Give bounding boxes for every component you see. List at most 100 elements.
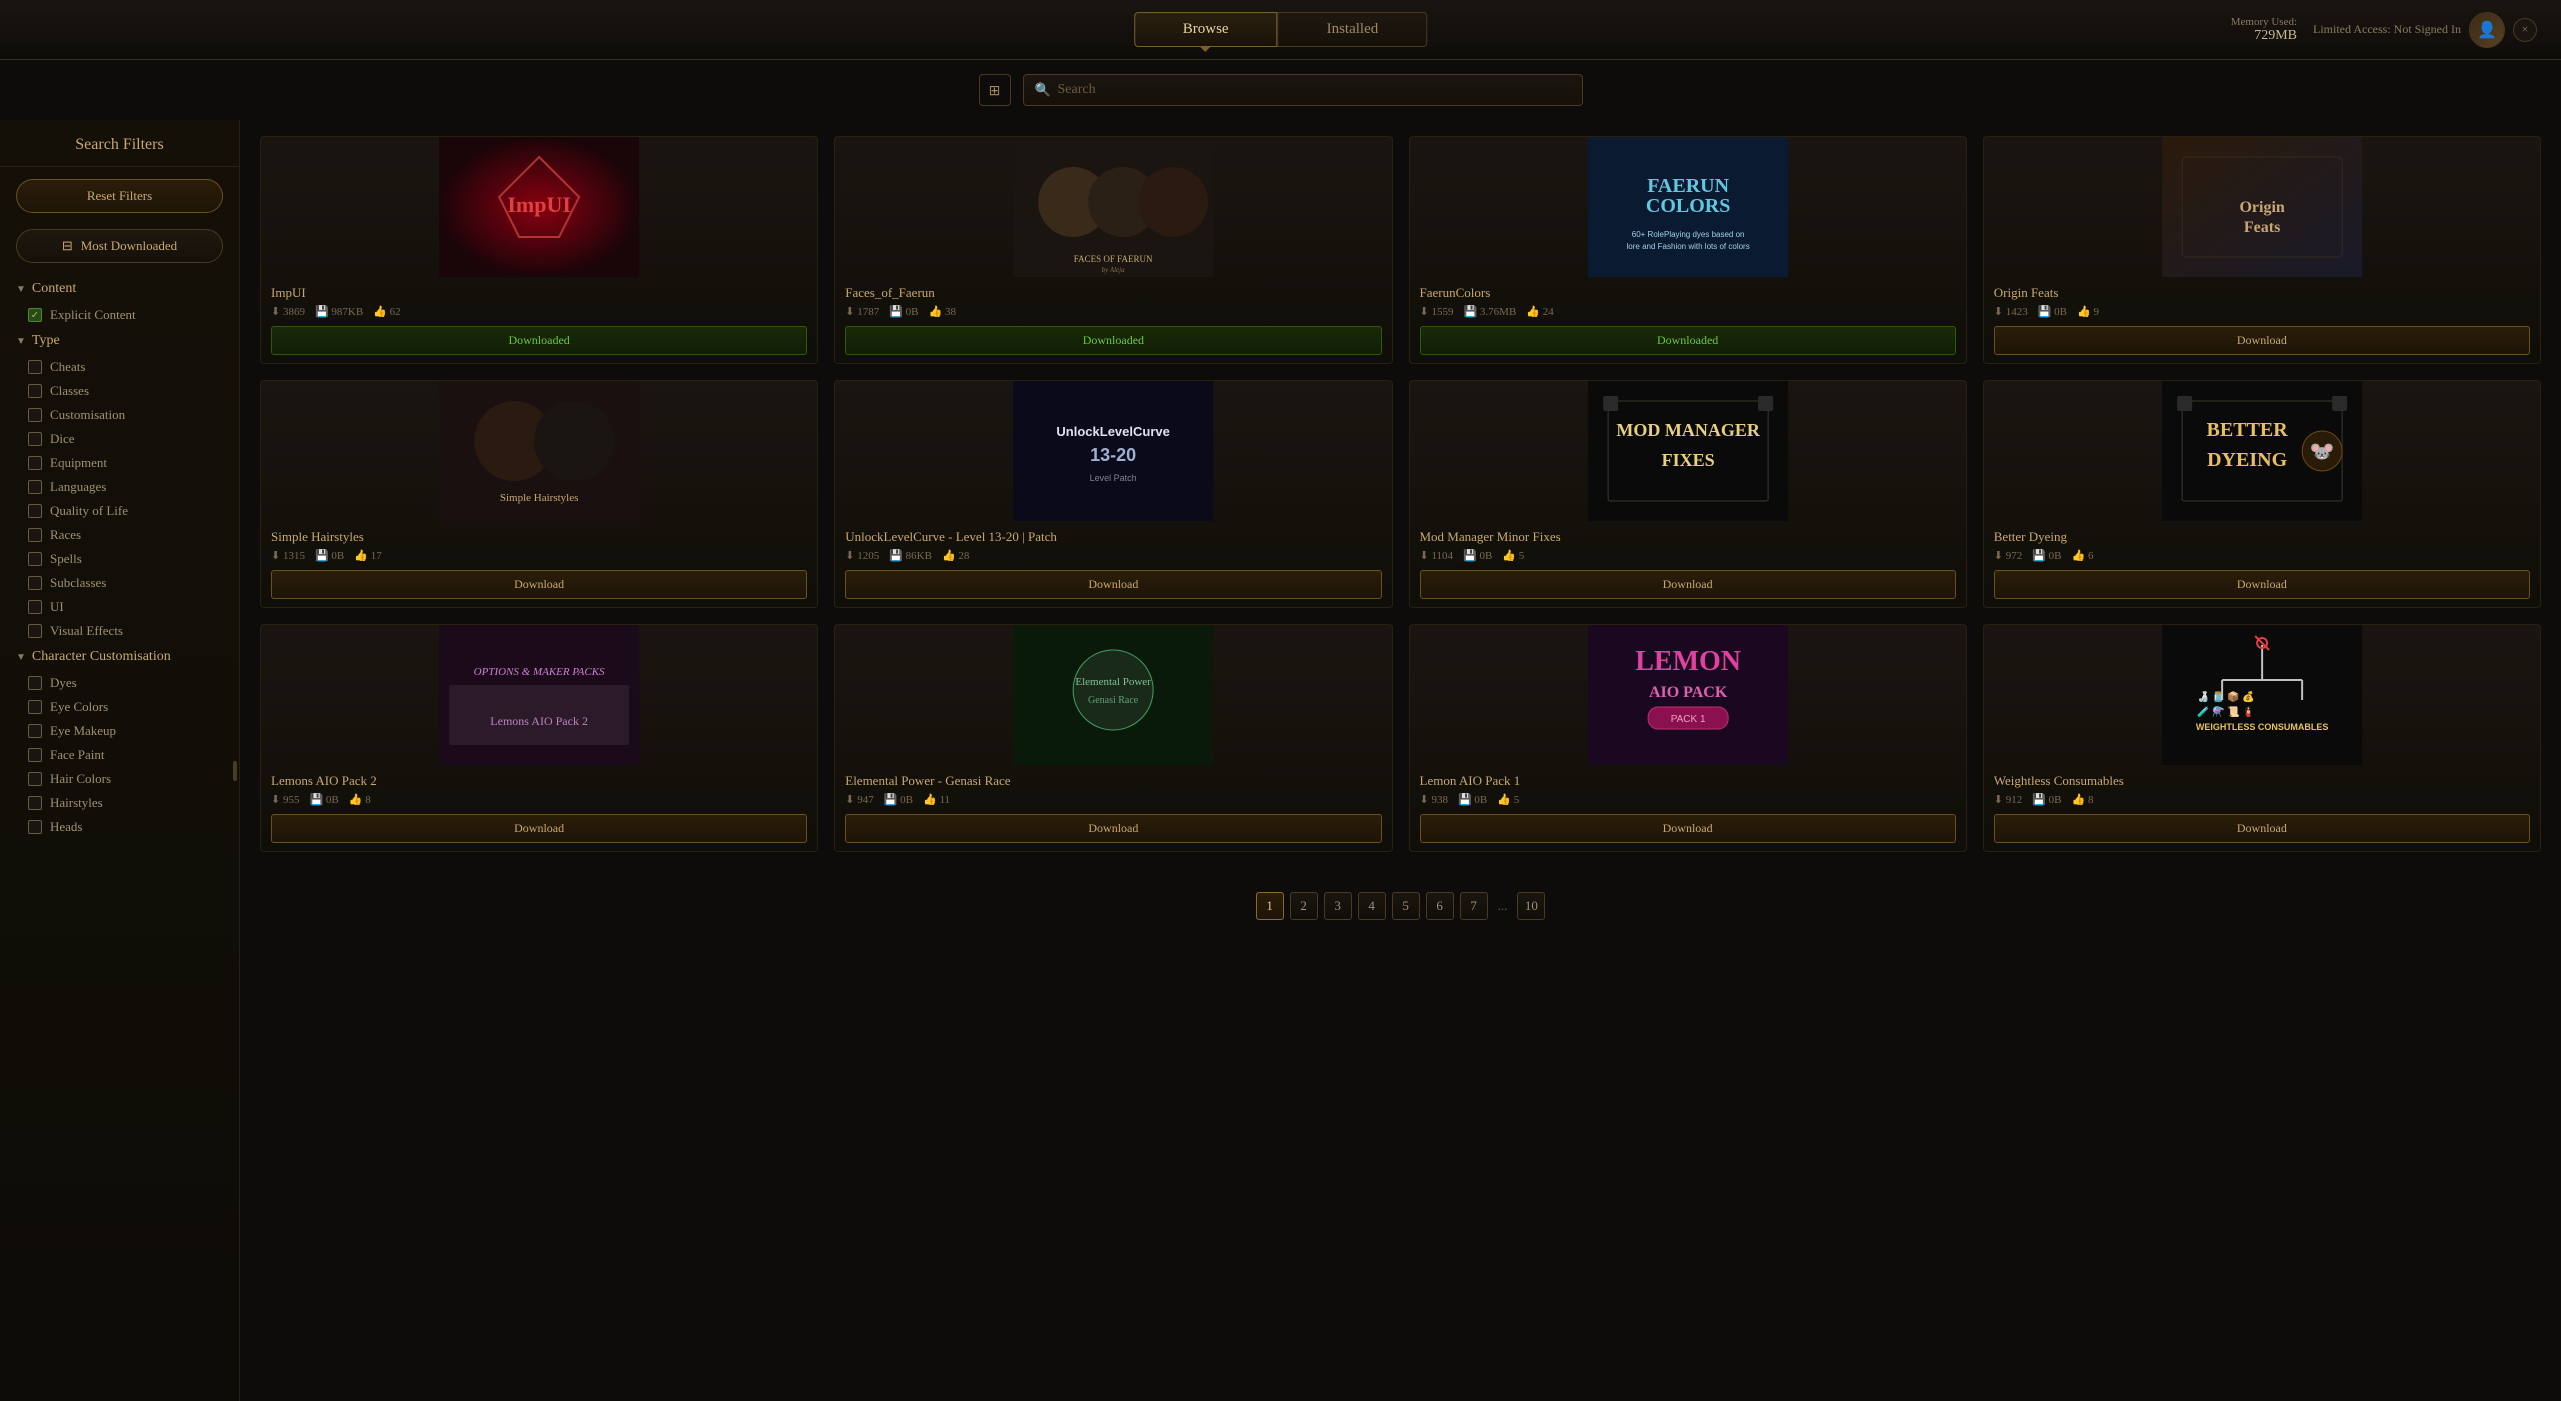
mod-card-better-dyeing[interactable]: BETTER DYEING 🐭 Better Dyeing ⬇ 972 💾 0B… bbox=[1983, 380, 2541, 608]
page-button-1[interactable]: 1 bbox=[1256, 892, 1284, 920]
type-filter-cheats[interactable]: Cheats bbox=[0, 355, 239, 379]
mod-stats: ⬇ 1787 💾 0B 👍 38 bbox=[845, 305, 1381, 318]
checkbox[interactable] bbox=[28, 384, 42, 398]
type-filter-equipment[interactable]: Equipment bbox=[0, 451, 239, 475]
mod-card-elemental-power---genasi-race[interactable]: Elemental Power Genasi Race Elemental Po… bbox=[834, 624, 1392, 852]
mod-card-unlocklevelcurve---level-13-20---patch[interactable]: UnlockLevelCurve 13-20 Level Patch Unloc… bbox=[834, 380, 1392, 608]
page-button-2[interactable]: 2 bbox=[1290, 892, 1318, 920]
checkbox[interactable] bbox=[28, 820, 42, 834]
checkbox[interactable] bbox=[28, 360, 42, 374]
mod-download-button[interactable]: Download bbox=[845, 570, 1381, 599]
mod-name: Lemon AIO Pack 1 bbox=[1420, 773, 1956, 789]
close-button[interactable]: × bbox=[2513, 18, 2537, 42]
checkbox[interactable] bbox=[28, 772, 42, 786]
checkbox[interactable] bbox=[28, 432, 42, 446]
mod-card-weightless-consumables[interactable]: WEIGHTLESS CONSUMABLES 🧪 ⚗️ 📜 🧯 🍶 🫙 📦 💰 … bbox=[1983, 624, 2541, 852]
checkbox[interactable] bbox=[28, 552, 42, 566]
mod-card-lemons-aio-pack-2[interactable]: OPTIONS & MAKER PACKS Lemons AIO Pack 2 … bbox=[260, 624, 818, 852]
mod-download-button[interactable]: Download bbox=[1420, 570, 1956, 599]
mod-download-button[interactable]: Download bbox=[845, 814, 1381, 843]
mod-download-button[interactable]: Download bbox=[1994, 570, 2530, 599]
char-filter-heads[interactable]: Heads bbox=[0, 815, 239, 839]
page-button-3[interactable]: 3 bbox=[1324, 892, 1352, 920]
checkbox[interactable] bbox=[28, 576, 42, 590]
checkbox[interactable] bbox=[28, 504, 42, 518]
type-filter-spells[interactable]: Spells bbox=[0, 547, 239, 571]
type-filter-subclasses[interactable]: Subclasses bbox=[0, 571, 239, 595]
checkbox[interactable] bbox=[28, 796, 42, 810]
mod-card-mod-manager-minor-fixes[interactable]: MOD MANAGER FIXES Mod Manager Minor Fixe… bbox=[1409, 380, 1967, 608]
explicit-checkbox[interactable]: ✓ bbox=[28, 308, 42, 322]
mod-download-button[interactable]: Download bbox=[1994, 814, 2530, 843]
char-filter-eye-colors[interactable]: Eye Colors bbox=[0, 695, 239, 719]
like-count: 👍 62 bbox=[373, 305, 400, 318]
mod-download-button[interactable]: Download bbox=[1994, 326, 2530, 355]
page-button-7[interactable]: 7 bbox=[1460, 892, 1488, 920]
type-filter-classes[interactable]: Classes bbox=[0, 379, 239, 403]
mod-stats: ⬇ 912 💾 0B 👍 8 bbox=[1994, 793, 2530, 806]
checkbox[interactable] bbox=[28, 748, 42, 762]
search-input[interactable] bbox=[1023, 74, 1583, 106]
checkbox[interactable] bbox=[28, 700, 42, 714]
mod-download-button[interactable]: Downloaded bbox=[271, 326, 807, 355]
page-button-4[interactable]: 4 bbox=[1358, 892, 1386, 920]
type-filter-quality-of-life[interactable]: Quality of Life bbox=[0, 499, 239, 523]
explicit-label: Explicit Content bbox=[50, 307, 136, 323]
tab-indicator bbox=[1200, 46, 1212, 52]
mod-download-button[interactable]: Downloaded bbox=[1420, 326, 1956, 355]
mod-card-impui[interactable]: ImpUI ImpUI ⬇ 3869 💾 987KB 👍 62 Download… bbox=[260, 136, 818, 364]
checkbox[interactable] bbox=[28, 528, 42, 542]
type-filter-customisation[interactable]: Customisation bbox=[0, 403, 239, 427]
mod-download-button[interactable]: Downloaded bbox=[845, 326, 1381, 355]
like-count: 👍 38 bbox=[929, 305, 956, 318]
page-button-5[interactable]: 5 bbox=[1392, 892, 1420, 920]
type-filter-dice[interactable]: Dice bbox=[0, 427, 239, 451]
content-section-header[interactable]: ▼ Content bbox=[0, 275, 239, 303]
checkbox[interactable] bbox=[28, 408, 42, 422]
char-filter-eye-makeup[interactable]: Eye Makeup bbox=[0, 719, 239, 743]
checkbox[interactable] bbox=[28, 676, 42, 690]
tab-browse[interactable]: Browse bbox=[1134, 12, 1278, 47]
char-section-header[interactable]: ▼ Character Customisation bbox=[0, 643, 239, 671]
sort-button[interactable]: ⊞ bbox=[979, 74, 1011, 106]
checkbox[interactable] bbox=[28, 456, 42, 470]
char-filter-face-paint[interactable]: Face Paint bbox=[0, 743, 239, 767]
mod-card-origin-feats[interactable]: Origin Feats Origin Feats ⬇ 1423 💾 0B 👍 … bbox=[1983, 136, 2541, 364]
mod-card-faces-of-faerun[interactable]: FACES OF FAERUN by Aleja Faces_of_Faerun… bbox=[834, 136, 1392, 364]
type-filter-visual-effects[interactable]: Visual Effects bbox=[0, 619, 239, 643]
type-filter-races[interactable]: Races bbox=[0, 523, 239, 547]
download-count: ⬇ 1205 bbox=[845, 549, 879, 562]
mod-download-button[interactable]: Download bbox=[271, 570, 807, 599]
checkbox[interactable] bbox=[28, 724, 42, 738]
file-size: 💾 0B bbox=[889, 305, 918, 318]
mod-card-lemon-aio-pack-1[interactable]: LEMON AIO PACK PACK 1 Lemon AIO Pack 1 ⬇… bbox=[1409, 624, 1967, 852]
like-count: 👍 6 bbox=[2072, 549, 2094, 562]
type-filter-languages[interactable]: Languages bbox=[0, 475, 239, 499]
avatar[interactable]: 👤 bbox=[2469, 12, 2505, 48]
sidebar-title: Search Filters bbox=[0, 136, 239, 167]
tab-installed[interactable]: Installed bbox=[1278, 12, 1428, 47]
explicit-content-filter[interactable]: ✓ Explicit Content bbox=[0, 303, 239, 327]
mod-thumbnail: Origin Feats bbox=[1984, 137, 2540, 277]
type-section-header[interactable]: ▼ Type bbox=[0, 327, 239, 355]
type-filter-ui[interactable]: UI bbox=[0, 595, 239, 619]
svg-text:FAERUN: FAERUN bbox=[1647, 175, 1729, 197]
mod-card-faeruncolors[interactable]: FAERUN COLORS 60+ RolePlaying dyes based… bbox=[1409, 136, 1967, 364]
sort-filter-button[interactable]: ⊟ Most Downloaded bbox=[16, 229, 223, 263]
reset-filters-button[interactable]: Reset Filters bbox=[16, 179, 223, 213]
nav-tabs: Browse Installed bbox=[1134, 12, 1427, 47]
sort-icon-sidebar: ⊟ bbox=[62, 238, 73, 254]
checkbox[interactable] bbox=[28, 480, 42, 494]
char-filter-dyes[interactable]: Dyes bbox=[0, 671, 239, 695]
char-filter-hair-colors[interactable]: Hair Colors bbox=[0, 767, 239, 791]
mod-download-button[interactable]: Download bbox=[271, 814, 807, 843]
mod-card-simple-hairstyles[interactable]: Simple Hairstyles Simple Hairstyles ⬇ 13… bbox=[260, 380, 818, 608]
mod-download-button[interactable]: Download bbox=[1420, 814, 1956, 843]
page-button-6[interactable]: 6 bbox=[1426, 892, 1454, 920]
svg-text:Genasi Race: Genasi Race bbox=[1088, 695, 1139, 706]
char-filter-hairstyles[interactable]: Hairstyles bbox=[0, 791, 239, 815]
page-button-10[interactable]: 10 bbox=[1517, 892, 1545, 920]
checkbox[interactable] bbox=[28, 624, 42, 638]
checkbox[interactable] bbox=[28, 600, 42, 614]
scrollbar-indicator bbox=[233, 761, 237, 781]
